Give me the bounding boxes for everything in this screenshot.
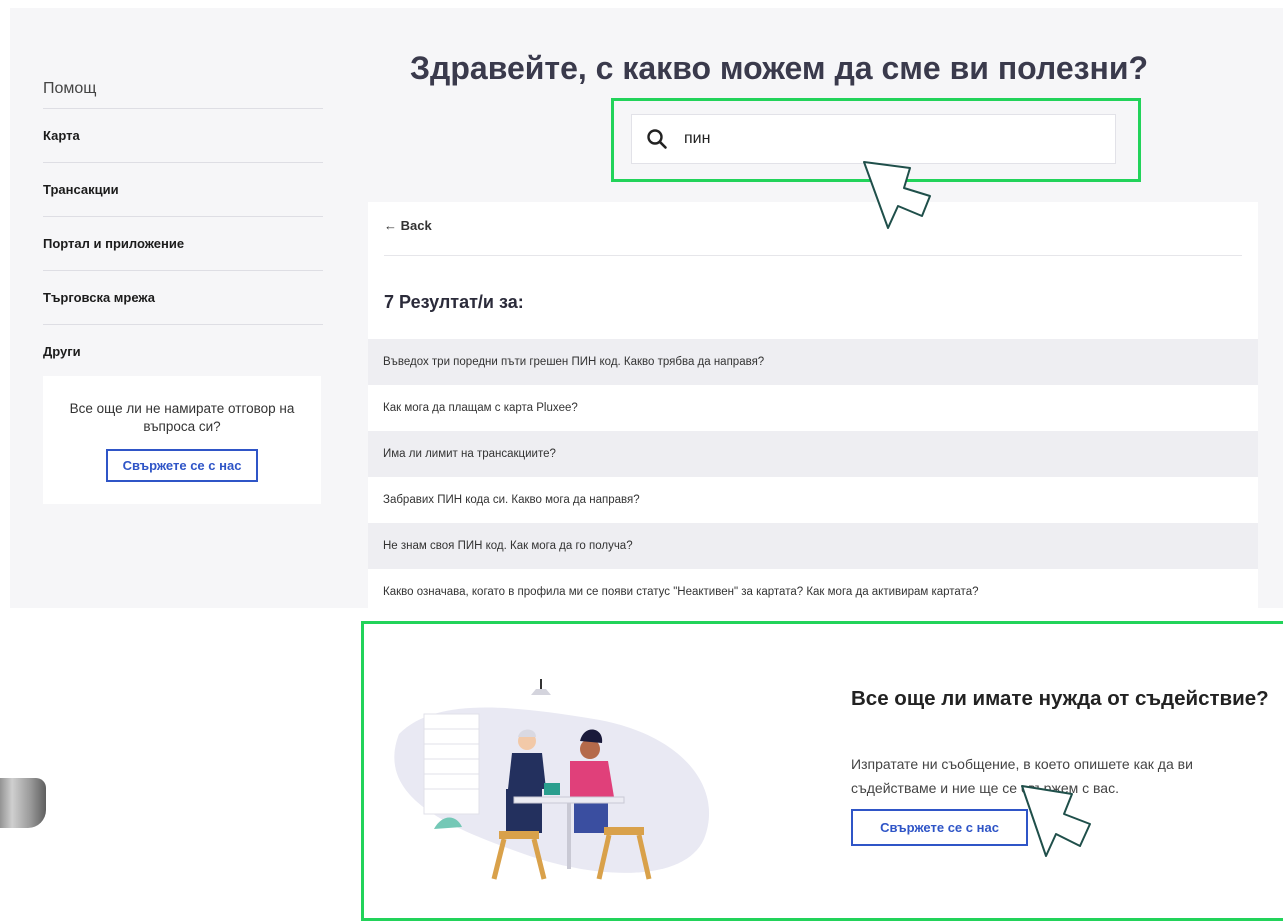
sidebar-item-other[interactable]: Други — [43, 325, 323, 378]
edge-object — [0, 778, 46, 828]
result-item[interactable]: Как мога да плащам с карта Pluxee? — [368, 385, 1258, 431]
result-item[interactable]: Има ли лимит на трансакциите? — [368, 431, 1258, 477]
sidebar-title: Помощ — [43, 70, 323, 109]
result-item[interactable]: Не знам своя ПИН код. Как мога да го пол… — [368, 523, 1258, 569]
search-results-panel: ← Back 7 Резултат/и за: Въведох три поре… — [368, 202, 1258, 608]
back-link[interactable]: ← Back — [384, 218, 432, 233]
result-list: Въведох три поредни пъти грешен ПИН код.… — [368, 339, 1258, 608]
help-box: Все още ли не намирате отговор на въпрос… — [43, 376, 321, 504]
result-item[interactable]: Какво означава, когато в профила ми се п… — [368, 569, 1258, 608]
pointer-cursor-icon — [863, 161, 931, 229]
result-item[interactable]: Въведох три поредни пъти грешен ПИН код.… — [368, 339, 1258, 385]
results-divider — [384, 255, 1242, 256]
contact-cta-panel: Все още ли имате нужда от съдействие? Из… — [361, 621, 1283, 921]
results-heading: 7 Резултат/и за: — [384, 292, 524, 312]
search-box[interactable] — [631, 114, 1116, 164]
search-input[interactable] — [684, 125, 1084, 153]
pointer-cursor-icon — [1021, 785, 1091, 857]
result-item[interactable]: Забравих ПИН кода си. Какво мога да напр… — [368, 477, 1258, 523]
sidebar-item-merchant-network[interactable]: Търговска мрежа — [43, 271, 323, 325]
sidebar-item-card[interactable]: Карта — [43, 109, 323, 163]
cta-title: Все още ли имате нужда от съдействие? — [851, 687, 1269, 710]
page-title: Здравейте, с какво можем да сме ви полез… — [410, 50, 1149, 86]
search-icon — [647, 129, 667, 149]
cta-contact-us-button[interactable]: Свържете се с нас — [851, 809, 1028, 846]
sidebar-item-portal-app[interactable]: Портал и приложение — [43, 217, 323, 271]
help-box-text: Все още ли не намирате отговор на въпрос… — [69, 401, 295, 434]
support-illustration-icon — [394, 679, 710, 880]
contact-us-button[interactable]: Свържете се с нас — [106, 449, 258, 482]
sidebar-item-transactions[interactable]: Трансакции — [43, 163, 323, 217]
help-sidebar: Помощ Карта Трансакции Портал и приложен… — [43, 70, 323, 378]
